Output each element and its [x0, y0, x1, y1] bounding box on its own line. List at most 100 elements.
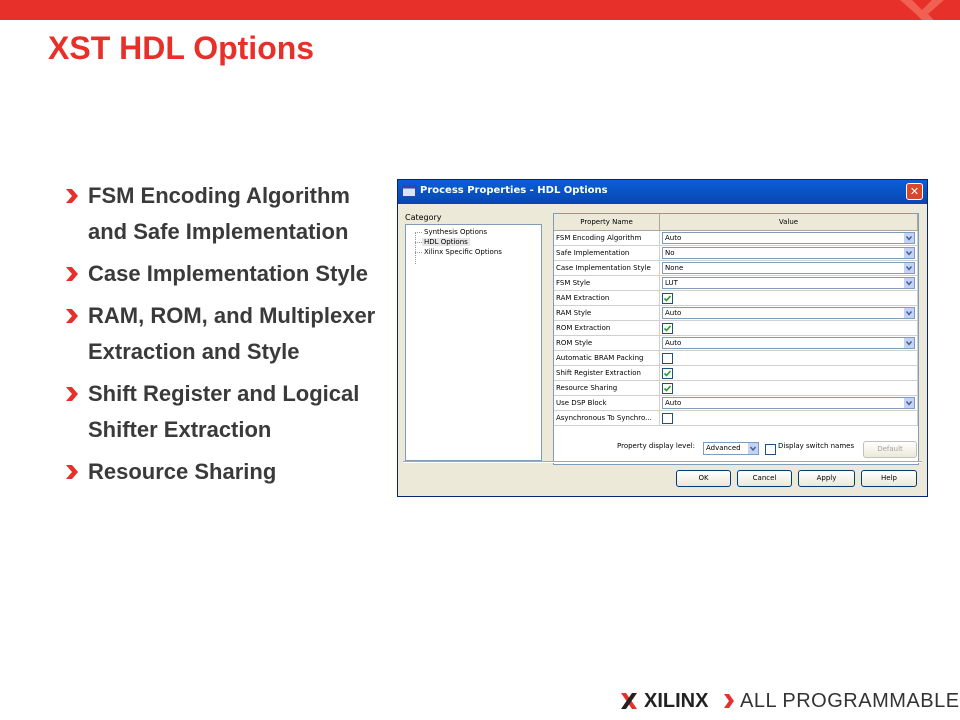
- property-checkbox[interactable]: [662, 367, 673, 379]
- bullet-text: FSM Encoding Algorithm and Safe Implemen…: [88, 183, 350, 244]
- property-value-select[interactable]: Auto: [662, 232, 915, 244]
- bullet-text: RAM, ROM, and Multiplexer Extraction and…: [88, 303, 376, 364]
- table-row[interactable]: Shift Register Extraction: [554, 365, 918, 381]
- property-checkbox[interactable]: [662, 292, 673, 304]
- property-name: Automatic BRAM Packing: [554, 350, 660, 366]
- bullet-item: Case Implementation Style: [66, 256, 376, 292]
- chevron-down-icon: [904, 338, 914, 348]
- property-value-cell: [659, 410, 918, 426]
- property-value-cell: None: [659, 260, 918, 276]
- bullet-arrow-icon: [66, 465, 78, 479]
- property-value-select[interactable]: Auto: [662, 307, 915, 319]
- chevron-down-icon: [904, 248, 914, 258]
- property-name: Safe Implementation: [554, 245, 660, 261]
- tree-connector: [415, 242, 422, 243]
- property-name: FSM Style: [554, 275, 660, 291]
- chevron-down-icon: [748, 443, 758, 454]
- property-value-cell: [659, 290, 918, 306]
- bullet-arrow-icon: [66, 267, 78, 281]
- chevron-down-icon: [904, 398, 914, 408]
- xilinx-x-icon: [621, 693, 637, 709]
- category-tree[interactable]: Synthesis Options HDL Options Xilinx Spe…: [405, 224, 542, 461]
- property-value: LUT: [665, 279, 678, 287]
- table-row[interactable]: RAM Style Auto: [554, 305, 918, 321]
- property-value: No: [665, 249, 675, 257]
- property-value-cell: Auto: [659, 230, 918, 246]
- table-row[interactable]: Resource Sharing: [554, 380, 918, 396]
- property-name: ROM Style: [554, 335, 660, 351]
- property-name: RAM Extraction: [554, 290, 660, 306]
- bullet-text: Shift Register and Logical Shifter Extra…: [88, 381, 360, 442]
- window-icon: [402, 185, 416, 197]
- property-name: Asynchronous To Synchro...: [554, 410, 660, 426]
- property-name: RAM Style: [554, 305, 660, 321]
- tree-connector: [415, 232, 422, 233]
- property-value-cell: [659, 350, 918, 366]
- top-accent-bar: [0, 0, 960, 20]
- divider: [403, 461, 922, 463]
- dialog-title-bar[interactable]: Process Properties - HDL Options ✕: [398, 180, 927, 204]
- display-switch-names-label: Display switch names: [778, 442, 855, 450]
- table-row[interactable]: Safe Implementation No: [554, 245, 918, 261]
- property-value: Auto: [665, 309, 682, 317]
- table-row[interactable]: Case Implementation Style None: [554, 260, 918, 276]
- cancel-button[interactable]: Cancel: [737, 470, 792, 487]
- tree-item-xilinx-specific-options[interactable]: Xilinx Specific Options: [424, 248, 502, 256]
- properties-table: Property Name Value FSM Encoding Algorit…: [553, 213, 919, 465]
- property-value-cell: LUT: [659, 275, 918, 291]
- column-header-property-name[interactable]: Property Name: [554, 214, 660, 231]
- apply-button[interactable]: Apply: [798, 470, 855, 487]
- chevron-down-icon: [904, 278, 914, 288]
- column-header-value[interactable]: Value: [659, 214, 918, 231]
- display-level-select[interactable]: Advanced: [703, 442, 759, 455]
- table-row[interactable]: Automatic BRAM Packing: [554, 350, 918, 366]
- table-row[interactable]: Use DSP Block Auto: [554, 395, 918, 411]
- property-value-select[interactable]: Auto: [662, 337, 915, 349]
- property-value-cell: Auto: [659, 395, 918, 411]
- chevron-down-icon: [904, 263, 914, 273]
- property-name: Resource Sharing: [554, 380, 660, 396]
- tree-item-hdl-options[interactable]: HDL Options: [422, 238, 470, 246]
- table-row[interactable]: Asynchronous To Synchro...: [554, 410, 918, 426]
- table-row[interactable]: FSM Encoding Algorithm Auto: [554, 230, 918, 246]
- property-checkbox[interactable]: [662, 322, 673, 334]
- property-value-select[interactable]: No: [662, 247, 915, 259]
- default-button[interactable]: Default: [863, 441, 917, 458]
- property-value-cell: [659, 380, 918, 396]
- table-row[interactable]: ROM Extraction: [554, 320, 918, 336]
- brand-name: XILINX: [644, 690, 709, 712]
- property-value-select[interactable]: LUT: [662, 277, 915, 289]
- slide-title: XST HDL Options: [48, 30, 315, 66]
- property-value-select[interactable]: None: [662, 262, 915, 274]
- property-name: Use DSP Block: [554, 395, 660, 411]
- property-value: Auto: [665, 234, 682, 242]
- property-checkbox[interactable]: [662, 352, 673, 364]
- property-name: ROM Extraction: [554, 320, 660, 336]
- close-icon[interactable]: ✕: [906, 183, 923, 200]
- property-name: FSM Encoding Algorithm: [554, 230, 660, 246]
- chevron-right-icon: [724, 694, 734, 708]
- property-value-cell: Auto: [659, 305, 918, 321]
- tree-connector: [415, 232, 416, 264]
- decorative-stripes: [900, 0, 944, 20]
- tree-item-synthesis-options[interactable]: Synthesis Options: [424, 228, 487, 236]
- bullet-item: Shift Register and Logical Shifter Extra…: [66, 376, 376, 448]
- bullet-item: FSM Encoding Algorithm and Safe Implemen…: [66, 178, 376, 250]
- property-value-select[interactable]: Auto: [662, 397, 915, 409]
- category-label: Category: [405, 213, 442, 222]
- bullet-arrow-icon: [66, 189, 78, 203]
- property-checkbox[interactable]: [662, 382, 673, 394]
- display-switch-names-checkbox[interactable]: [765, 444, 776, 455]
- tree-connector: [415, 252, 422, 253]
- bullet-arrow-icon: [66, 309, 78, 323]
- ok-button[interactable]: OK: [676, 470, 731, 487]
- table-row[interactable]: ROM Style Auto: [554, 335, 918, 351]
- property-checkbox[interactable]: [662, 412, 673, 424]
- property-value-cell: Auto: [659, 335, 918, 351]
- table-row[interactable]: FSM Style LUT: [554, 275, 918, 291]
- table-row[interactable]: RAM Extraction: [554, 290, 918, 306]
- help-button[interactable]: Help: [861, 470, 917, 487]
- bullet-item: RAM, ROM, and Multiplexer Extraction and…: [66, 298, 376, 370]
- property-name: Case Implementation Style: [554, 260, 660, 276]
- bullet-arrow-icon: [66, 387, 78, 401]
